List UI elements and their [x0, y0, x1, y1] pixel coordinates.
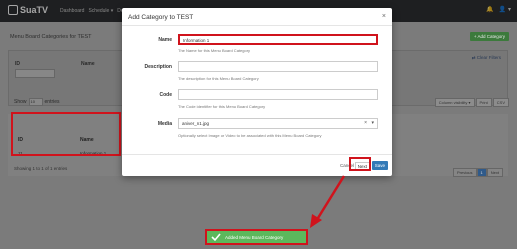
pager-next[interactable]: Next	[486, 168, 503, 177]
code-label: Code	[159, 92, 173, 98]
filter-id-input[interactable]	[15, 69, 55, 78]
page-length-select[interactable]: 10	[28, 98, 43, 106]
media-selected-value: aniver_n1.jpg	[182, 121, 210, 126]
description-label: Description	[144, 64, 172, 70]
entries-label: entries	[44, 99, 60, 105]
page-length: Show 10 entries	[14, 98, 60, 106]
chevron-down-icon[interactable]: ▾	[371, 119, 374, 128]
clear-filters-link[interactable]: ⇄ Clear Filters	[472, 55, 501, 61]
check-icon	[211, 233, 221, 242]
column-visibility-button[interactable]: Column visibility ▾	[434, 98, 475, 107]
clear-icon[interactable]: ×	[364, 119, 367, 128]
show-label: Show	[14, 99, 27, 105]
filter-name-label: Name	[81, 61, 95, 67]
media-label: Media	[157, 121, 172, 127]
pager-previous[interactable]: Previous	[452, 168, 477, 177]
table-highlight	[11, 112, 121, 156]
add-category-modal: Add Category to TEST × Name Information …	[122, 8, 392, 176]
modal-title: Add Category to TEST	[128, 14, 194, 21]
code-input[interactable]	[178, 89, 378, 100]
pagination: Previous 1 Next	[452, 168, 503, 177]
pager-page-1[interactable]: 1	[476, 168, 487, 177]
media-select[interactable]: aniver_n1.jpg × ▾	[178, 118, 378, 129]
success-toast: Added Menu Board Category	[205, 229, 308, 245]
code-help: The Code identifier for this Menu Board …	[178, 104, 266, 109]
name-label: Name	[158, 37, 172, 43]
name-help: The Name for this Menu Board Category	[178, 48, 251, 53]
print-button[interactable]: Print	[475, 98, 492, 107]
next-highlight	[349, 157, 371, 171]
csv-button[interactable]: CSV	[492, 98, 509, 107]
filter-id-label: ID	[15, 61, 20, 67]
toast-message: Added Menu Board Category	[225, 234, 284, 240]
page-title: Menu Board Categories for TEST	[10, 34, 92, 40]
description-input[interactable]	[178, 61, 378, 72]
close-icon[interactable]: ×	[382, 13, 386, 20]
table-info: Showing 1 to 1 of 1 entries	[14, 166, 68, 171]
name-input[interactable]: Information 1	[178, 34, 378, 45]
media-help: Optionally select Image or Video to be a…	[178, 133, 322, 138]
description-help: The description for this Menu Board Cate…	[178, 76, 259, 81]
save-button[interactable]: Save	[371, 161, 388, 170]
add-category-button[interactable]: + Add Category	[469, 32, 509, 41]
